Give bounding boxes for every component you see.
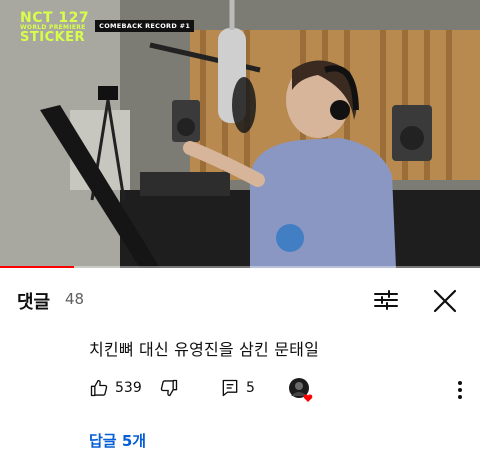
like-count: 539: [115, 380, 142, 396]
close-icon[interactable]: [430, 286, 460, 316]
comments-count: 48: [65, 290, 85, 308]
reply-button[interactable]: 5: [220, 378, 255, 398]
progress-bar[interactable]: [0, 266, 480, 268]
comments-header: 댓글 48: [0, 280, 480, 320]
comments-title: 댓글: [17, 292, 51, 313]
like-button[interactable]: 539: [89, 378, 142, 398]
view-replies-link[interactable]: 답글 5개: [89, 430, 146, 451]
video-title-overlay: NCT 127 WORLD PREMIERE STICKER COMEBACK …: [20, 10, 195, 45]
video-player[interactable]: NCT 127 WORLD PREMIERE STICKER COMEBACK …: [0, 0, 480, 268]
progress-fill: [0, 266, 75, 268]
thumbs-up-icon: [90, 379, 108, 397]
show-title-line3: STICKER: [20, 30, 86, 45]
episode-tag: COMEBACK RECORD #1: [95, 20, 195, 32]
creator-heart-avatar[interactable]: [287, 376, 315, 404]
more-vertical-icon[interactable]: [456, 378, 464, 402]
reply-icon: [222, 379, 238, 397]
show-title: NCT 127 WORLD PREMIERE STICKER: [20, 10, 90, 45]
comment-actions: 539 5: [89, 378, 469, 402]
reply-count: 5: [246, 380, 255, 396]
show-title-line1: NCT 127: [20, 10, 90, 26]
dislike-button[interactable]: [159, 378, 179, 398]
thumbs-down-icon: [160, 379, 178, 397]
sort-filter-icon[interactable]: [372, 286, 400, 314]
comment-text: 치킨뼈 대신 유영진을 삼킨 문태일: [89, 340, 320, 359]
